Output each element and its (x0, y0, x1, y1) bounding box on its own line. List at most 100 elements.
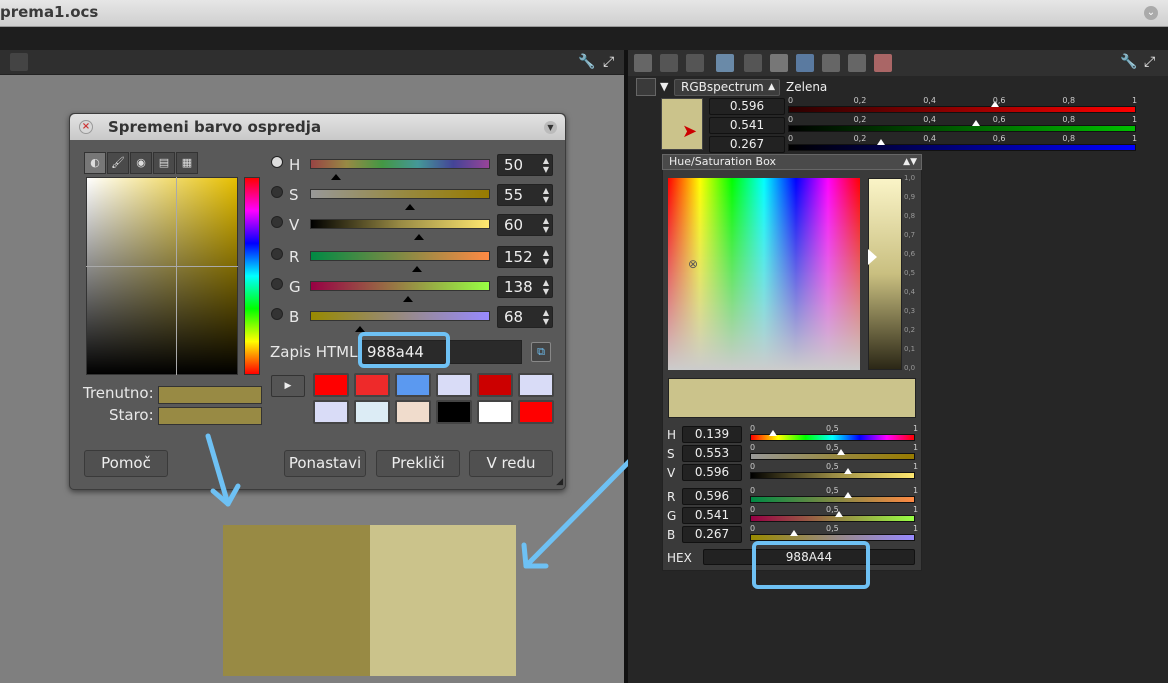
value-bar[interactable] (868, 178, 902, 370)
tab-brush-icon[interactable]: 🖌 (107, 152, 129, 174)
radio-g[interactable] (271, 277, 283, 290)
color-swatch[interactable]: ➤ (661, 98, 703, 150)
hsb-slider-marker[interactable] (844, 492, 853, 498)
hsb-mode-select[interactable]: Hue/Saturation Box ▲▼ (662, 154, 922, 170)
spin-h[interactable]: 50 ▲ ▼ (497, 154, 553, 176)
rgb-slider-marker[interactable] (972, 120, 981, 126)
rgb-value-field[interactable]: 0.541 (709, 117, 785, 134)
reset-button[interactable]: Ponastavi (284, 450, 366, 477)
spin-r[interactable]: 152 ▲ ▼ (497, 246, 553, 268)
slider-v[interactable] (310, 219, 490, 240)
hsb-value-field[interactable]: 0.596 (682, 464, 742, 481)
rgb-slider[interactable] (788, 106, 1136, 113)
hsb-value-field[interactable]: 0.596 (682, 488, 742, 505)
resize-grip-icon[interactable]: ◢ (556, 477, 563, 487)
radio-s[interactable] (271, 185, 283, 198)
palette-swatch[interactable] (477, 400, 513, 424)
palette-swatch[interactable] (354, 373, 390, 397)
old-color-swatch[interactable] (158, 407, 262, 425)
hsb-value-field[interactable]: 0.541 (682, 507, 742, 524)
wrench-icon[interactable]: 🔧 (1120, 54, 1137, 70)
tool-icon-9[interactable] (848, 54, 866, 72)
hsb-value-field[interactable]: 0.267 (682, 526, 742, 543)
picker-target-icon[interactable]: ⊗ (688, 257, 698, 271)
radio-h[interactable] (271, 155, 283, 168)
slider-marker[interactable] (331, 174, 342, 180)
tool-icon-4[interactable] (716, 54, 734, 72)
slider-g[interactable] (310, 281, 490, 302)
spin-g[interactable]: 138 ▲ ▼ (497, 276, 553, 298)
palette-swatch[interactable] (477, 373, 513, 397)
slider-marker[interactable] (403, 296, 414, 302)
close-icon[interactable]: × (79, 120, 93, 134)
panel-icon[interactable] (10, 53, 28, 71)
rgb-slider[interactable] (788, 125, 1136, 132)
palette-swatch[interactable] (436, 373, 472, 397)
mode-dropdown[interactable]: RGBspectrum ▲ (674, 79, 780, 96)
spin-b[interactable]: 68 ▲ ▼ (497, 306, 553, 328)
slider-r[interactable] (310, 251, 490, 272)
radio-b[interactable] (271, 307, 283, 320)
hue-strip[interactable] (244, 177, 260, 375)
tool-icon-6[interactable] (770, 54, 788, 72)
hsb-slider[interactable] (750, 534, 915, 541)
window-menu-icon[interactable]: ⌄ (1144, 6, 1158, 20)
eyedropper-icon[interactable]: ⧉ (531, 342, 551, 362)
tool-icon-1[interactable] (634, 54, 652, 72)
hsb-value-field[interactable]: 0.553 (682, 445, 742, 462)
slider-marker[interactable] (405, 204, 415, 210)
hsb-slider[interactable] (750, 472, 915, 479)
rgb-slider[interactable] (788, 144, 1136, 151)
rgb-value-field[interactable]: 0.267 (709, 136, 785, 153)
palette-swatch[interactable] (313, 400, 349, 424)
palette-icon[interactable] (636, 78, 656, 96)
hsb-slider[interactable] (750, 453, 915, 460)
slider-marker[interactable] (414, 234, 424, 240)
tool-icon-10[interactable] (874, 54, 892, 72)
palette-swatch[interactable] (395, 400, 431, 424)
tool-icon-3[interactable] (686, 54, 704, 72)
spin-v[interactable]: 60 ▲ ▼ (497, 214, 553, 236)
spin-s[interactable]: 55 ▲ ▼ (497, 184, 553, 206)
tab-wheel-icon[interactable]: ◉ (130, 152, 152, 174)
slider-marker[interactable] (412, 266, 423, 272)
palette-swatch[interactable] (436, 400, 472, 424)
tool-icon-5[interactable] (744, 54, 762, 72)
radio-v[interactable] (271, 215, 283, 228)
palette-swatch[interactable] (518, 373, 554, 397)
palette-swatch[interactable] (313, 373, 349, 397)
slider-b[interactable] (310, 311, 490, 332)
palette-play-button[interactable]: ▶ (271, 375, 305, 397)
palette-swatch[interactable] (354, 400, 390, 424)
palette-swatch[interactable] (395, 373, 431, 397)
rgb-value-field[interactable]: 0.596 (709, 98, 785, 115)
palette-swatch[interactable] (518, 400, 554, 424)
hsb-value-field[interactable]: 0.139 (682, 426, 742, 443)
slider-h[interactable] (310, 159, 490, 180)
tab-printer-icon[interactable]: ▤ (153, 152, 175, 174)
tool-icon-2[interactable] (660, 54, 678, 72)
rgb-slider-marker[interactable] (876, 139, 885, 145)
fullscreen-icon[interactable]: ⤢ (603, 54, 614, 70)
hsb-slider[interactable] (750, 496, 915, 503)
hsb-slider-marker[interactable] (790, 530, 799, 536)
tool-icon-8[interactable] (822, 54, 840, 72)
value-marker[interactable] (868, 249, 877, 265)
tab-palette-icon[interactable]: ▦ (176, 152, 198, 174)
wrench-icon[interactable]: 🔧 (578, 54, 595, 70)
saturation-value-area[interactable] (86, 177, 238, 375)
slider-s[interactable] (310, 189, 490, 210)
dialog-menu-icon[interactable]: ▼ (544, 121, 557, 134)
radio-r[interactable] (271, 247, 283, 260)
tool-icon-7[interactable] (796, 54, 814, 72)
hsb-slider-marker[interactable] (768, 430, 777, 436)
ok-button[interactable]: V redu (469, 450, 553, 477)
fullscreen-icon[interactable]: ⤢ (1144, 54, 1155, 70)
tab-triangle-icon[interactable]: ◐ (84, 152, 106, 174)
hue-saturation-box[interactable] (668, 178, 860, 370)
cancel-button[interactable]: Prekliči (376, 450, 460, 477)
collapse-icon[interactable]: ▼ (660, 80, 668, 93)
hsb-slider[interactable] (750, 515, 915, 522)
hsb-slider-marker[interactable] (844, 468, 853, 474)
help-button[interactable]: Pomoč (84, 450, 168, 477)
